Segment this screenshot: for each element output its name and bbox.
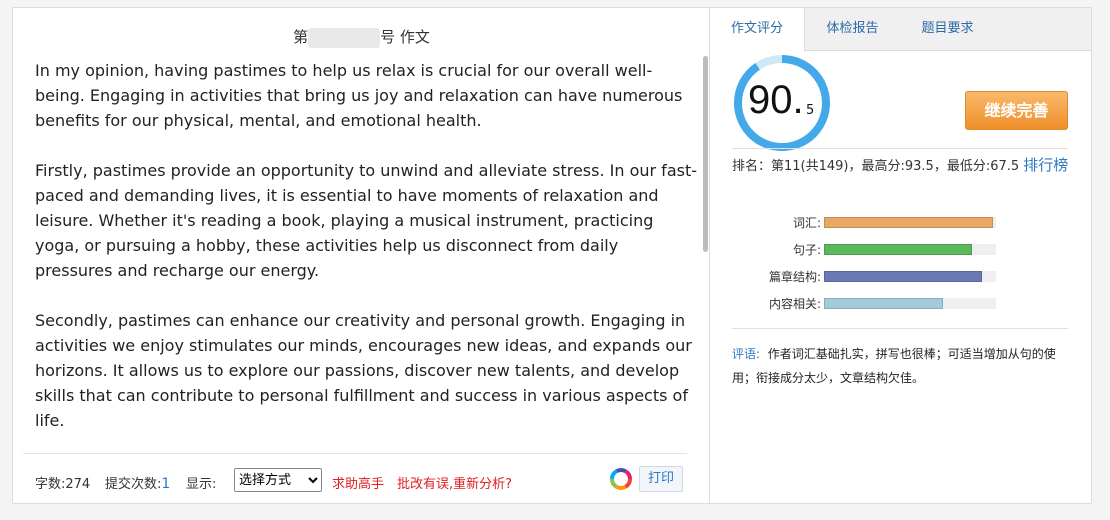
tab-essay-score[interactable]: 作文评分: [710, 8, 805, 52]
essay-panel: 第 号 作文 In my opinion, having pastimes to …: [13, 8, 710, 503]
ask-expert-link[interactable]: 求助高手: [332, 473, 384, 492]
bar-fill-sentence: [824, 244, 972, 255]
app-frame: 第 号 作文 In my opinion, having pastimes to …: [12, 7, 1092, 504]
essay-toolbar: 字数:274 提交次数:1 显示: 选择方式 求助高手 批改有误,重新分析? 打…: [23, 453, 687, 503]
essay-body: In my opinion, having pastimes to help u…: [35, 58, 697, 438]
bar-track: [824, 298, 996, 309]
comment-label: 评语:: [732, 347, 761, 361]
score-panel: 作文评分 体检报告 题目要求 90. 5 继续完善 排名：第11(共149)，最…: [710, 8, 1091, 503]
score-bars: 词汇: 句子: 篇章结构: 内容相关:: [732, 208, 1072, 316]
bar-label: 篇章结构:: [768, 270, 821, 284]
tab-topic-requirements[interactable]: 题目要求: [900, 8, 995, 51]
score-decimal: 5: [806, 103, 815, 118]
tab-checkup-report[interactable]: 体检报告: [805, 8, 900, 51]
comment: 评语: 作者词汇基础扎实，拼写也很棒；可适当增加从句的使用；衔接成分太少，文章结…: [732, 342, 1062, 390]
bar-row-relevance: 内容相关:: [732, 289, 1072, 316]
tab-bar: 作文评分 体检报告 题目要求: [710, 8, 1091, 52]
bar-fill-relevance: [824, 298, 943, 309]
rank-info: 排名：第11(共149)，最高分:93.5，最低分:67.5 排行榜: [732, 153, 1072, 179]
submit-count-value: 1: [161, 476, 171, 492]
score-integer: 90.: [748, 78, 804, 122]
essay-paragraph: Secondly, pastimes can enhance our creat…: [35, 311, 692, 430]
display-mode-select[interactable]: 选择方式: [234, 468, 322, 492]
essay-title: 第 号 作文: [13, 26, 710, 48]
score-ring: 90. 5: [732, 53, 832, 153]
bar-fill-structure: [824, 271, 983, 282]
continue-improve-button[interactable]: 继续完善: [965, 91, 1068, 130]
leaderboard-link[interactable]: 排行榜: [1023, 156, 1068, 174]
redacted-number: [308, 27, 381, 48]
bar-row-sentence: 句子:: [732, 235, 1072, 262]
bar-track: [824, 217, 996, 228]
essay-title-suffix: 号 作文: [380, 28, 430, 46]
essay-paragraph: Firstly, pastimes provide an opportunity…: [35, 161, 697, 280]
rank-text: 排名：第11(共149)，最高分:93.5，最低分:67.5: [732, 159, 1020, 174]
submit-count-text: 提交次数:: [105, 477, 162, 492]
bar-label: 内容相关:: [768, 297, 821, 311]
bar-track: [824, 244, 996, 255]
bar-row-structure: 篇章结构:: [732, 262, 1072, 289]
bar-track: [824, 271, 996, 282]
essay-scrollbar[interactable]: [703, 56, 708, 252]
divider: [732, 328, 1068, 329]
print-button[interactable]: 打印: [639, 466, 683, 492]
bar-row-vocabulary: 词汇:: [732, 208, 1072, 235]
color-wheel-icon[interactable]: [610, 468, 632, 490]
submit-count-label: 提交次数:1: [105, 473, 170, 492]
word-count: 字数:274: [35, 477, 91, 492]
bar-fill-vocabulary: [824, 217, 993, 228]
reanalyze-link[interactable]: 批改有误,重新分析?: [397, 473, 512, 492]
display-label: 显示:: [186, 477, 217, 492]
essay-title-prefix: 第: [293, 28, 309, 46]
divider: [732, 148, 1068, 149]
comment-text: 作者词汇基础扎实，拼写也很棒；可适当增加从句的使用；衔接成分太少，文章结构欠佳。: [732, 347, 1056, 385]
bar-label: 句子:: [792, 243, 821, 257]
essay-paragraph: In my opinion, having pastimes to help u…: [35, 61, 683, 130]
bar-label: 词汇:: [792, 216, 821, 230]
